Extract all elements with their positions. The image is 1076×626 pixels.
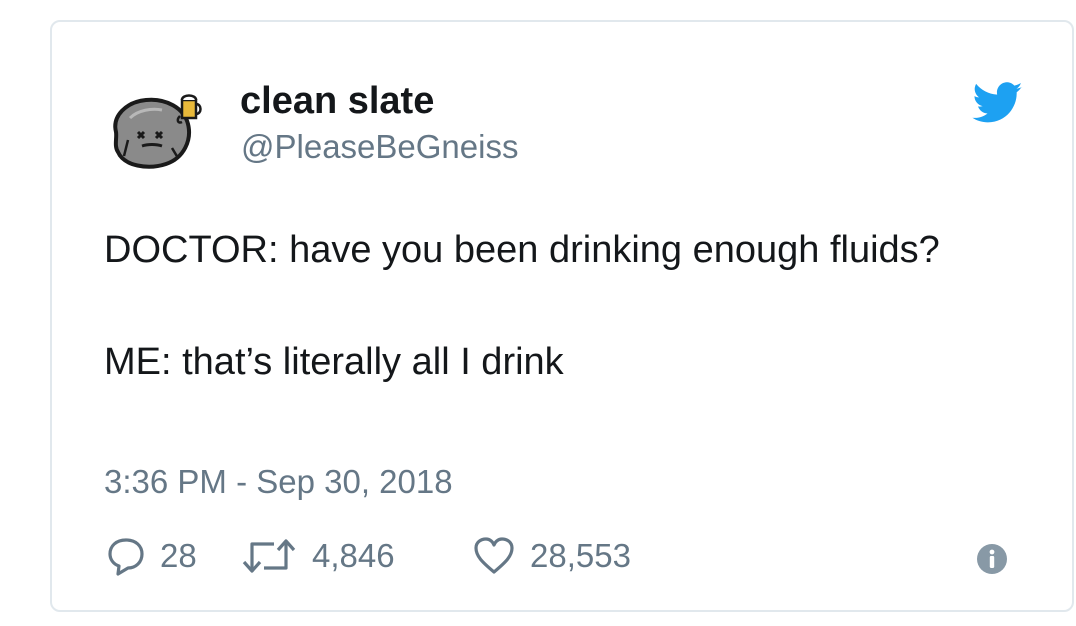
reply-button[interactable]: 28 [106,533,197,579]
like-button[interactable]: 28,553 [472,533,631,579]
reply-count: 28 [160,537,197,574]
display-name[interactable]: clean slate [240,80,434,123]
avatar[interactable] [108,88,208,172]
tweet-timestamp[interactable]: 3:36 PM - Sep 30, 2018 [104,463,453,501]
user-handle[interactable]: @PleaseBeGneiss [241,128,518,166]
retweet-count: 4,846 [312,537,395,574]
like-count: 28,553 [530,537,631,574]
heart-icon [474,537,514,574]
retweet-icon [242,539,296,573]
tweet-card: clean slate @PleaseBeGneiss DOCTOR: have… [50,20,1074,612]
retweet-button[interactable]: 4,846 [240,533,395,579]
twitter-bird-icon[interactable] [972,82,1024,124]
reply-icon [108,538,144,576]
info-icon[interactable] [976,543,1008,575]
tweet-text: DOCTOR: have you been drinking enough fl… [104,229,940,383]
